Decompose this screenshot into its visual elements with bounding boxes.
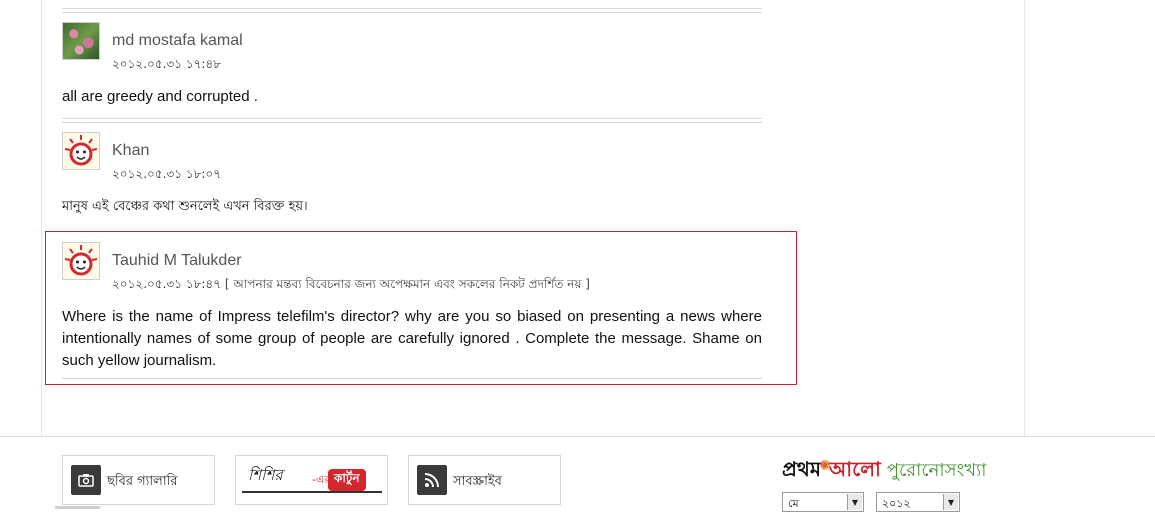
mascot-icon [64, 245, 98, 276]
comment-separator [62, 118, 762, 123]
cartoonist-signature: শিশির [248, 466, 283, 484]
year-select-value: ২০১২ [882, 497, 911, 510]
cartoon-badge: কার্টুন [328, 469, 366, 491]
cartoon-underline [242, 491, 382, 493]
comment-body: all are greedy and corrupted . [62, 88, 258, 105]
cartoon-link[interactable]: শিশির -এর কার্টুন [235, 455, 388, 505]
month-select-value: মে [788, 497, 799, 510]
user-avatar [62, 132, 100, 170]
mascot-icon [64, 135, 98, 166]
year-select[interactable]: ২০১২ ▼ [876, 492, 960, 512]
chevron-down-icon[interactable]: ▼ [943, 494, 958, 510]
timestamp-text: ২০১২.০৫.৩১ ১৮:৪৭ [112, 277, 222, 291]
comment-timestamp: ২০১২.০৫.৩১ ১৮:০৭ [112, 167, 222, 181]
chevron-down-icon[interactable]: ▼ [847, 494, 862, 510]
comment-body: মানুষ এই বেঞ্চের কথা শুনলেই এখন বিরক্ত হ… [62, 199, 308, 214]
comment-author: Tauhid M Talukder [112, 252, 242, 269]
comment-timestamp: ২০১২.০৫.৩১ ১৮:৪৭ [ আপনার মন্তব্য বিবেচনা… [112, 276, 590, 296]
comment-timestamp: ২০১২.০৫.৩১ ১৭:৪৮ [112, 57, 222, 71]
brand-part2: আলো [828, 457, 881, 481]
photo-gallery-label: ছবির গ্যালারি [107, 474, 178, 489]
comment-item: Khan ২০১২.০৫.৩১ ১৮:০৭ মানুষ এই বেঞ্চের ক… [62, 132, 762, 222]
comment-body: Where is the name of Impress telefilm's … [62, 308, 762, 369]
rss-icon [417, 465, 447, 495]
archive-label: পুরোনোসংখ্যা [886, 460, 987, 481]
comment-author: Khan [112, 142, 150, 159]
user-avatar [62, 242, 100, 280]
comment-item: Tauhid M Talukder ২০১২.০৫.৩১ ১৮:৪৭ [ আপন… [62, 242, 762, 382]
comment-separator [62, 8, 762, 13]
subscribe-link[interactable]: সাবস্ক্রাইব [408, 455, 561, 505]
photo-gallery-link[interactable]: ছবির গ্যালারি [62, 455, 215, 505]
brand-part1: প্রথম [782, 457, 821, 481]
month-select[interactable]: মে ▼ [782, 492, 864, 512]
comment-item: md mostafa kamal ২০১২.০৫.৩১ ১৭:৪৮ all ar… [62, 22, 762, 112]
comment-author: md mostafa kamal [112, 32, 243, 49]
camera-icon [71, 465, 101, 495]
comment-separator [62, 378, 762, 379]
prothom-alo-archive-brand: প্রথম✺আলো পুরোনোসংখ্যা [782, 455, 986, 488]
subscribe-label: সাবস্ক্রাইব [453, 474, 502, 489]
pending-note: [ আপনার মন্তব্য বিবেচনার জন্য অপেক্ষমান … [224, 277, 590, 291]
sun-icon: ✺ [819, 458, 831, 474]
user-avatar [62, 22, 100, 60]
